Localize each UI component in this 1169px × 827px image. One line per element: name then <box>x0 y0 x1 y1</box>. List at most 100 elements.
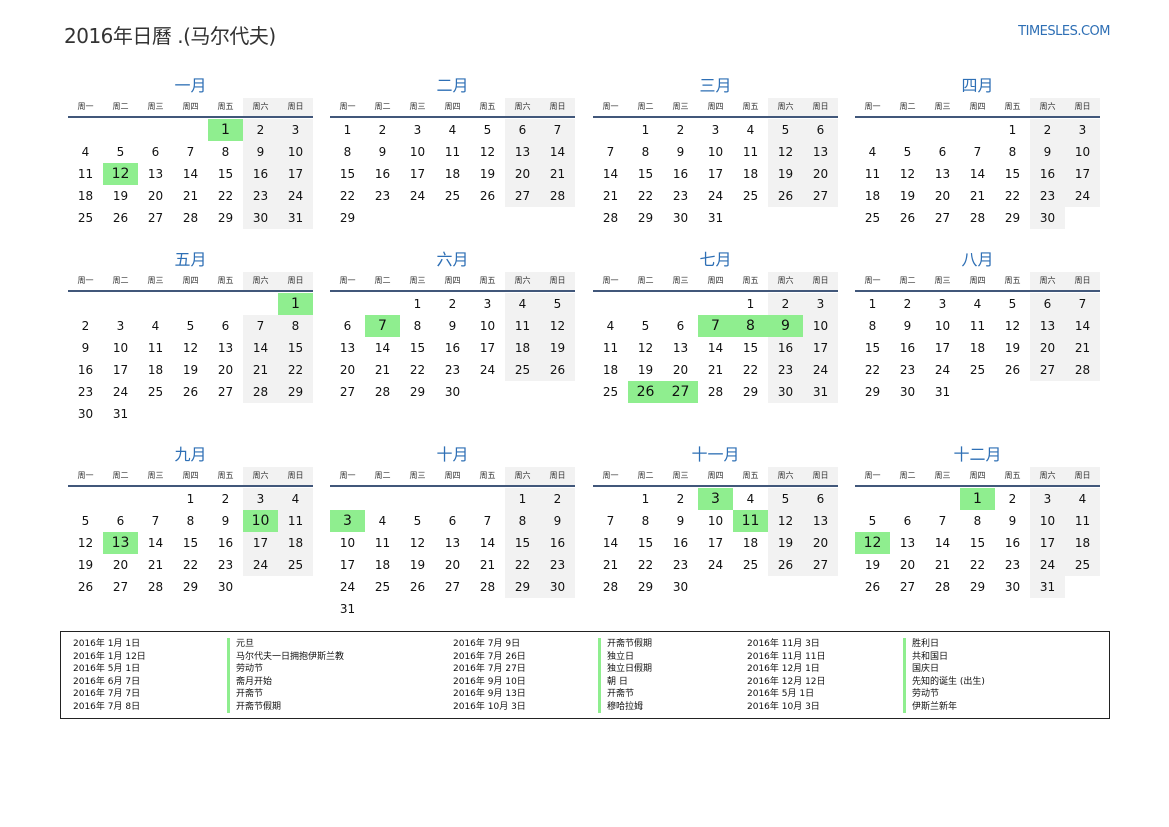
day-cell: 29 <box>409 385 426 399</box>
weekday-label: 周五 <box>479 471 496 480</box>
holiday-date: 2016年 7月 7日 <box>73 689 141 699</box>
day-cell: 26 <box>479 189 496 203</box>
day-cell: 25 <box>969 363 986 377</box>
day-cell: 14 <box>1065 315 1100 337</box>
weekday-label: 周日 <box>803 467 838 485</box>
day-cell: 26 <box>182 385 199 399</box>
day-cell: 23 <box>672 558 689 572</box>
day-cell: 16 <box>243 163 278 185</box>
weekday-label: 周六 <box>768 98 803 116</box>
holiday-date: 2016年 12月 12日 <box>747 676 826 687</box>
day-cell: 12 <box>1004 319 1021 333</box>
weekday-label: 周三 <box>147 471 164 480</box>
weekday-label: 周二 <box>112 276 129 285</box>
weekday-label: 周一 <box>602 102 619 111</box>
weekday-label: 周六 <box>1030 98 1065 116</box>
day-cell: 16 <box>217 536 234 550</box>
weekday-label: 周六 <box>505 272 540 290</box>
day-cell: 26 <box>768 554 803 576</box>
weekday-label: 周六 <box>1030 467 1065 485</box>
weekday-header: 周一 周二 周三 周四 周五 周六 周日 <box>330 272 575 290</box>
weekday-label: 周二 <box>637 471 654 480</box>
weekday-header: 周一 周二 周三 周四 周五 周六 周日 <box>855 272 1100 290</box>
day-cell: 14 <box>243 337 278 359</box>
day-cell: 21 <box>602 558 619 572</box>
weekday-label: 周五 <box>742 276 759 285</box>
holiday-day-cell: 1 <box>208 119 243 141</box>
day-cell: 5 <box>868 514 877 528</box>
month-name: 十月 <box>436 445 469 464</box>
day-cell: 2 <box>243 119 278 141</box>
day-cell: 18 <box>742 167 759 181</box>
holiday-name: 独立日假期 <box>598 663 652 676</box>
day-cell: 7 <box>540 119 575 141</box>
day-cell: 12 <box>182 341 199 355</box>
weekday-header: 周一 周二 周三 周四 周五 周六 周日 <box>855 467 1100 485</box>
header-rule <box>855 116 1100 118</box>
month-name: 九月 <box>174 445 207 464</box>
day-cell: 25 <box>602 385 619 399</box>
month-block: 六月 周一 周二 周三 周四 周五 周六 周日 1 2 3 4 5 6 7 8 9 10 11 12 13 14 15 16 1… <box>330 248 575 403</box>
holiday-col-dates-1: 2016年 1月 1日 2016年 1月 12日 2016年 5月 1日 2016年 … <box>73 638 146 713</box>
weekday-label: 周三 <box>409 102 426 111</box>
day-cell: 17 <box>707 167 724 181</box>
day-cell: 12 <box>768 141 803 163</box>
day-cell: 29 <box>637 211 654 225</box>
day-cell: 30 <box>217 580 234 594</box>
empty-cell <box>330 293 365 315</box>
day-cell: 18 <box>602 363 619 377</box>
day-cell: 17 <box>707 536 724 550</box>
day-cell: 30 <box>672 580 689 594</box>
day-cell: 17 <box>339 558 356 572</box>
day-cell: 23 <box>243 185 278 207</box>
day-cell: 29 <box>278 381 313 403</box>
day-cell: 10 <box>339 536 356 550</box>
day-cell: 19 <box>182 363 199 377</box>
day-cell: 21 <box>182 189 199 203</box>
empty-cell <box>960 119 995 141</box>
day-cell: 4 <box>448 123 457 137</box>
empty-cell <box>173 293 208 315</box>
day-cell: 5 <box>81 514 90 528</box>
day-cell: 13 <box>217 341 234 355</box>
day-cell: 6 <box>938 145 947 159</box>
day-cell: 8 <box>1008 145 1017 159</box>
day-cell: 16 <box>444 341 461 355</box>
weekday-label: 周六 <box>243 467 278 485</box>
weekday-label: 周四 <box>444 102 461 111</box>
day-grid: 1 2 3 4 5 6 7 8 9 10 11 12 13 14 15 16 17 18 19 20 21 22 23 24 2… <box>330 119 575 229</box>
day-cell: 22 <box>742 363 759 377</box>
day-cell: 11 <box>969 319 986 333</box>
day-cell: 30 <box>540 576 575 598</box>
weekday-header: 周一 周二 周三 周四 周五 周六 周日 <box>330 467 575 485</box>
site-link[interactable]: TIMESLES.COM <box>1018 24 1110 39</box>
day-cell: 28 <box>479 580 496 594</box>
weekday-label: 周三 <box>672 102 689 111</box>
day-cell: 22 <box>409 363 426 377</box>
weekday-label: 周五 <box>1004 471 1021 480</box>
day-cell: 29 <box>505 576 540 598</box>
day-cell: 4 <box>378 514 387 528</box>
holiday-day-cell: 8 <box>733 315 768 337</box>
empty-cell <box>208 293 243 315</box>
day-cell: 27 <box>899 580 916 594</box>
day-cell: 23 <box>899 363 916 377</box>
day-cell: 6 <box>116 514 125 528</box>
weekday-label: 周三 <box>147 276 164 285</box>
day-cell: 15 <box>217 167 234 181</box>
day-cell: 12 <box>768 510 803 532</box>
weekday-label: 周一 <box>864 102 881 111</box>
day-cell: 17 <box>409 167 426 181</box>
holiday-name: 劳动节 <box>227 663 344 676</box>
day-grid: 1 2 3 4 5 6 7 8 9 10 11 12 13 14 15 16 17 18 19 20 21 22 23 24 2… <box>593 488 838 598</box>
month-name: 十一月 <box>691 445 740 464</box>
day-cell: 18 <box>77 189 94 203</box>
holiday-name: 独立日 <box>598 650 652 663</box>
day-cell: 3 <box>1030 488 1065 510</box>
weekday-label: 周五 <box>479 276 496 285</box>
holiday-date: 2016年 10月 3日 <box>747 701 820 712</box>
day-cell: 8 <box>505 510 540 532</box>
day-cell: 17 <box>803 337 838 359</box>
day-cell: 7 <box>243 315 278 337</box>
holiday-date: 2016年 12月 1日 <box>747 664 820 674</box>
